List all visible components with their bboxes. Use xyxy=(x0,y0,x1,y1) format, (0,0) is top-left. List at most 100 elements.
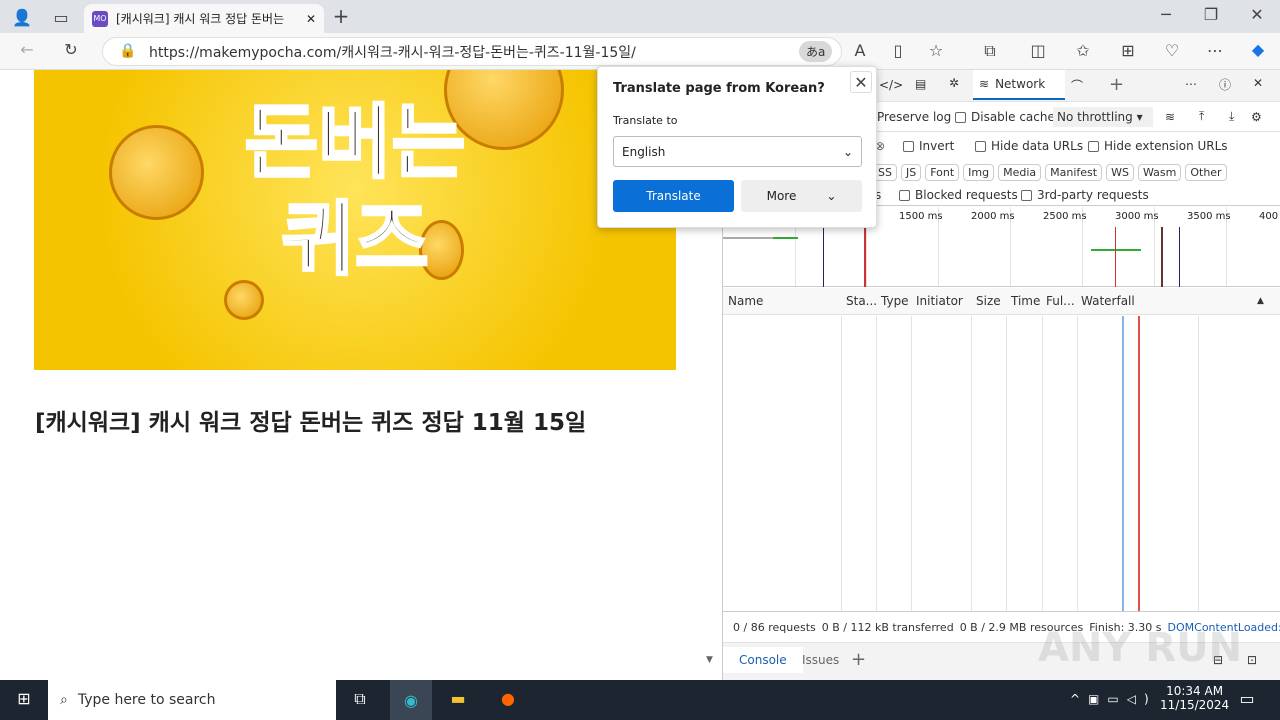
search-placeholder: Type here to search xyxy=(77,692,216,708)
favorites-icon[interactable]: ✩ xyxy=(1073,41,1093,60)
refresh-icon[interactable]: ↻ xyxy=(60,40,82,59)
close-popup-icon[interactable]: ✕ xyxy=(850,71,872,93)
minimize-icon[interactable]: ─ xyxy=(1155,5,1177,24)
task-view-icon[interactable]: ⧉ xyxy=(348,689,372,709)
language-select[interactable]: English ⌄ xyxy=(613,136,862,167)
filter-media[interactable]: Media xyxy=(998,163,1042,181)
third-party-checkbox[interactable]: 3rd-party requests xyxy=(1021,188,1149,202)
col-waterfall[interactable]: Waterfall xyxy=(1081,294,1135,308)
more-button[interactable]: More ⌄ xyxy=(741,180,862,212)
sort-up-icon[interactable]: ▲ xyxy=(1257,296,1264,306)
network-conditions-icon[interactable]: ≋ xyxy=(1165,110,1175,124)
lock-icon: 🔒 xyxy=(119,43,137,59)
tab-bar: 👤 ▭ MO [캐시워크] 캐시 워크 정답 돈버는 ✕ + ─ ❐ ✕ xyxy=(0,0,1280,33)
import-icon[interactable]: ⤒ xyxy=(1199,109,1204,124)
drawer-add-icon[interactable]: + xyxy=(851,649,866,670)
browser-tab[interactable]: MO [캐시워크] 캐시 워크 정답 돈버는 ✕ xyxy=(84,4,324,33)
drawer-tab-issues[interactable]: Issues xyxy=(802,653,839,667)
preserve-log-checkbox[interactable]: Preserve log xyxy=(877,110,951,124)
undock-icon[interactable]: ⊡ xyxy=(1247,653,1257,667)
edge-taskbar-icon[interactable]: ◉ xyxy=(390,680,432,720)
filter-other[interactable]: Other xyxy=(1185,163,1227,181)
col-name[interactable]: Name xyxy=(728,294,763,308)
taskbar-search[interactable]: ⌕ Type here to search xyxy=(48,680,336,720)
hide-extension-urls-checkbox[interactable]: Hide extension URLs xyxy=(1088,139,1228,153)
read-aloud-icon[interactable]: A xyxy=(850,41,870,60)
disable-cache-checkbox[interactable]: Disable cache xyxy=(955,110,1055,124)
tick: 3500 ms xyxy=(1187,211,1231,222)
chevron-down-icon: ⌄ xyxy=(842,145,853,159)
throttling-select[interactable]: No throttling ▾ xyxy=(1053,106,1153,127)
col-type[interactable]: Type xyxy=(881,294,909,308)
filter-js[interactable]: JS xyxy=(900,163,922,181)
filter-wasm[interactable]: Wasm xyxy=(1137,163,1182,181)
add-tab-icon[interactable]: + xyxy=(1109,74,1124,95)
transferred: 0 B / 112 kB transferred xyxy=(821,620,954,634)
close-window-icon[interactable]: ✕ xyxy=(1246,5,1268,24)
blocked-requests-checkbox[interactable]: Blocked requests xyxy=(899,188,1018,202)
clock[interactable]: 10:34 AM 11/15/2024 xyxy=(1160,684,1229,712)
console-icon[interactable]: ▤ xyxy=(915,77,926,91)
blocked-label: Blocked requests xyxy=(915,187,1018,202)
new-tab-icon[interactable]: + xyxy=(330,4,352,28)
tab-title: [캐시워크] 캐시 워크 정답 돈버는 xyxy=(116,12,285,26)
performance-icon[interactable]: ⌒ xyxy=(1071,77,1083,94)
firefox-icon[interactable]: ● xyxy=(496,689,520,708)
filter-manifest[interactable]: Manifest xyxy=(1045,163,1103,181)
hide-data-urls-checkbox[interactable]: Hide data URLs xyxy=(975,139,1083,153)
notifications-icon[interactable]: ▭ xyxy=(1236,689,1258,708)
tab-network[interactable]: ≋ Network xyxy=(973,70,1065,100)
file-explorer-icon[interactable]: ▬ xyxy=(446,689,470,708)
settings-more-icon[interactable]: ⋯ xyxy=(1205,41,1225,60)
export-icon[interactable]: ⤓ xyxy=(1229,109,1234,124)
translate-icon[interactable]: あa xyxy=(799,41,833,62)
filter-img[interactable]: Img xyxy=(963,163,995,181)
col-size[interactable]: Size xyxy=(976,294,1001,308)
scroll-down-arrow[interactable]: ▼ xyxy=(706,655,713,665)
split-screen-icon[interactable]: ◫ xyxy=(1028,41,1048,60)
wifi-icon: ≋ xyxy=(979,77,990,91)
filter-ws[interactable]: WS xyxy=(1106,163,1134,181)
start-icon[interactable]: ⊞ xyxy=(12,689,36,708)
copilot-icon[interactable]: ◆ xyxy=(1247,40,1269,59)
back-icon[interactable]: ← xyxy=(16,40,38,59)
col-time[interactable]: Time xyxy=(1011,294,1040,308)
request-count: 0 / 86 requests xyxy=(733,620,816,634)
tick: 2000 ms xyxy=(971,211,1015,222)
translate-title: Translate page from Korean? xyxy=(613,81,825,96)
drawer-tab-console[interactable]: Console xyxy=(723,647,803,673)
hide-ext-label: Hide extension URLs xyxy=(1104,139,1228,153)
favicon: MO xyxy=(92,10,108,27)
restore-icon[interactable]: ❐ xyxy=(1200,5,1222,24)
col-fulfilled[interactable]: Ful... xyxy=(1046,294,1075,308)
tab-actions-icon[interactable]: ▭ xyxy=(50,6,72,28)
requests-table-header: Name Sta... Type Initiator Size Time Ful… xyxy=(723,288,1280,315)
close-devtools-icon[interactable]: ✕ xyxy=(1253,76,1263,90)
col-status[interactable]: Sta... xyxy=(846,294,877,308)
translate-button[interactable]: Translate xyxy=(613,180,734,212)
immersive-reader-icon[interactable]: ▯ xyxy=(888,41,908,60)
extensions-icon[interactable]: ⧉ xyxy=(980,41,1000,61)
favorite-star-icon[interactable]: ☆ xyxy=(926,41,946,60)
time: 10:34 AM xyxy=(1166,684,1224,698)
profile-icon[interactable]: 👤 xyxy=(10,6,34,28)
throttling-value: No throttling xyxy=(1057,109,1133,124)
browser-essentials-icon[interactable]: ♡ xyxy=(1162,41,1182,60)
tick: 2500 ms xyxy=(1043,211,1087,222)
settings-icon[interactable]: ⚙ xyxy=(1251,110,1262,124)
url-input[interactable]: 🔒 https://makemypocha.com/캐시워크-캐시-워크-정답-… xyxy=(102,37,842,66)
translate-popup: Translate page from Korean? ✕ Translate … xyxy=(597,66,877,228)
filter-font[interactable]: Font xyxy=(925,163,960,181)
sources-icon[interactable]: </> xyxy=(879,78,903,92)
help-icon[interactable]: ⓘ xyxy=(1219,76,1231,93)
disable-cache-label: Disable cache xyxy=(971,109,1055,124)
system-tray-icons[interactable]: ^▣▭◁) xyxy=(1070,692,1157,706)
debug-bug-icon[interactable]: ✲ xyxy=(949,76,959,90)
collections-icon[interactable]: ⊞ xyxy=(1118,41,1138,60)
third-party-label: 3rd-party requests xyxy=(1037,187,1149,202)
col-initiator[interactable]: Initiator xyxy=(916,294,963,308)
more-tools-icon[interactable]: ⋯ xyxy=(1185,77,1197,91)
close-tab-icon[interactable]: ✕ xyxy=(306,12,316,26)
url-text: https://makemypocha.com/캐시워크-캐시-워크-정답-돈버… xyxy=(149,44,636,61)
invert-checkbox[interactable]: Invert xyxy=(903,139,954,153)
